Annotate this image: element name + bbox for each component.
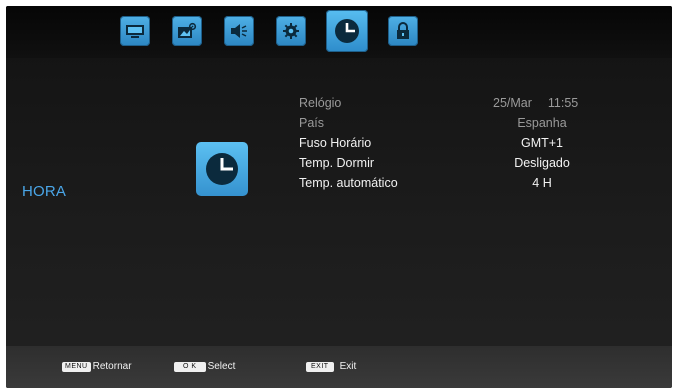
- setting-timezone[interactable]: Fuso Horário GMT+1: [299, 134, 599, 154]
- hint-menu[interactable]: MENU Retornar: [62, 361, 132, 372]
- tv-screen: HORA Relógio 25/Mar 11:55 País Espanha Fu…: [6, 6, 672, 388]
- hint-exit[interactable]: EXIT Exit: [306, 361, 356, 372]
- tab-picture[interactable]: [120, 16, 150, 46]
- setting-value: 25/Mar 11:55: [493, 96, 603, 110]
- speaker-icon: [231, 24, 247, 38]
- ok-key: O K: [174, 361, 206, 372]
- setting-label: Relógio: [299, 96, 342, 110]
- setting-value: 4 H: [532, 176, 552, 190]
- lock-icon: [397, 22, 409, 39]
- tab-lock[interactable]: [388, 16, 418, 46]
- setting-label: Temp. automático: [299, 176, 398, 190]
- setting-country: País Espanha: [299, 114, 599, 134]
- settings-list: Relógio 25/Mar 11:55 País Espanha Fuso Ho…: [299, 94, 599, 194]
- footer-hints: MENU Retornar O K Select EXIT Exit: [6, 346, 672, 388]
- setting-auto-timer[interactable]: Temp. automático 4 H: [299, 174, 599, 194]
- setting-value: Espanha: [517, 116, 567, 130]
- clock-icon: [335, 19, 359, 43]
- setting-sleep-timer[interactable]: Temp. Dormir Desligado: [299, 154, 599, 174]
- hint-ok[interactable]: O K Select: [174, 361, 235, 372]
- clock-time: 11:55: [547, 96, 579, 110]
- menu-key: MENU: [62, 361, 91, 372]
- hint-label: Exit: [339, 361, 357, 372]
- setting-label: Fuso Horário: [299, 136, 372, 150]
- setting-label: País: [299, 116, 325, 130]
- menu-bar: [6, 6, 672, 58]
- hint-label: Select: [207, 361, 236, 372]
- image-settings-icon: [178, 22, 197, 38]
- tab-settings[interactable]: [276, 16, 306, 46]
- section-title: HORA: [22, 183, 67, 200]
- setting-label: Temp. Dormir: [299, 156, 375, 170]
- clock-icon: [206, 153, 238, 185]
- tab-sound[interactable]: [224, 16, 254, 46]
- tv-icon: [126, 25, 144, 38]
- clock-date: 25/Mar: [493, 96, 532, 110]
- hint-label: Retornar: [92, 361, 132, 372]
- gear-icon: [283, 23, 299, 39]
- setting-clock: Relógio 25/Mar 11:55: [299, 94, 599, 114]
- exit-key: EXIT: [306, 361, 334, 372]
- tab-image[interactable]: [172, 16, 202, 46]
- setting-value: Desligado: [514, 156, 570, 170]
- time-section-icon: [196, 142, 248, 196]
- setting-value: GMT+1: [520, 136, 564, 150]
- tab-time[interactable]: [326, 10, 368, 52]
